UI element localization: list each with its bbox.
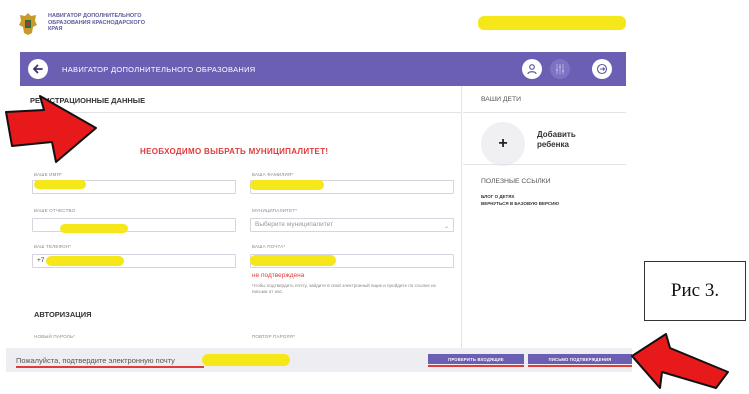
coat-of-arms-icon (19, 13, 37, 35)
new-password-label: НОВЫЙ ПАРОЛЬ* (34, 334, 76, 339)
last-name-label: ВАША ФАМИЛИЯ* (252, 172, 294, 177)
resend-confirmation-button[interactable]: ПИСЬМО ПОДТВЕРЖДЕНИЯ (528, 354, 632, 364)
children-title: ВАШИ ДЕТИ (481, 96, 522, 103)
redaction-highlight (34, 180, 86, 189)
redaction-highlight (250, 255, 336, 266)
redaction-highlight (46, 256, 124, 266)
back-button[interactable] (28, 59, 48, 79)
annotation-arrow (631, 333, 729, 389)
redaction-highlight (478, 16, 626, 30)
profile-button[interactable] (522, 59, 542, 79)
figure-caption: Рис 3. (644, 261, 746, 321)
add-child-label[interactable]: Добавить ребенка (537, 130, 617, 150)
divider (463, 112, 626, 113)
annotation-arrow (5, 95, 97, 163)
blog-link[interactable]: БЛОГ О ДЕТЯХ (481, 194, 514, 199)
redaction-highlight (202, 354, 290, 366)
add-child-button[interactable]: + (481, 122, 525, 166)
patronymic-label: ВАШЕ ОТЧЕСТВО (34, 208, 76, 213)
logout-icon (596, 63, 608, 75)
links-title: ПОЛЕЗНЫЕ ССЫЛКИ (481, 178, 551, 185)
redaction-highlight (60, 224, 128, 233)
phone-label: ВАШ ТЕЛЕФОН* (34, 244, 72, 249)
notification-message: Пожалуйста, подтвердите электронную почт… (16, 356, 175, 365)
chevron-down-icon: ⌄ (443, 224, 449, 230)
phone-value: +7 (37, 257, 45, 264)
email-status: не подтверждена (252, 272, 305, 279)
red-underline (428, 365, 524, 367)
sliders-icon (556, 64, 564, 74)
first-name-label: ВАШЕ ИМЯ* (34, 172, 63, 177)
check-inbox-button[interactable]: ПРОВЕРИТЬ ВХОДЯЩИЕ (428, 354, 524, 364)
auth-title: АВТОРИЗАЦИЯ (34, 310, 92, 319)
add-child-label-line: ребенка (537, 140, 569, 149)
basic-version-link[interactable]: ВЕРНУТЬСЯ В БАЗОВУЮ ВЕРСИЮ (481, 201, 559, 206)
app-window: НАВИГАТОР ДОПОЛНИТЕЛЬНОГО ОБРАЗОВАНИЯ КР… (6, 0, 632, 394)
org-name-line: КРАЯ (48, 26, 63, 32)
nav-bar: НАВИГАТОР ДОПОЛНИТЕЛЬНОГО ОБРАЗОВАНИЯ (20, 52, 626, 86)
redaction-highlight (250, 180, 324, 190)
logout-button[interactable] (592, 59, 612, 79)
divider (463, 164, 626, 165)
email-hint: Чтобы подтвердить почту, зайдите в свой … (252, 283, 436, 294)
repeat-password-label: ПОВТОР ПАРОЛЯ* (252, 334, 296, 339)
error-message: НЕОБХОДИМО ВЫБРАТЬ МУНИЦИПАЛИТЕТ! (140, 147, 329, 156)
side-panel: ВАШИ ДЕТИ + Добавить ребенка ПОЛЕЗНЫЕ СС… (463, 86, 626, 348)
add-child-label-line: Добавить (537, 130, 576, 139)
org-name: НАВИГАТОР ДОПОЛНИТЕЛЬНОГО ОБРАЗОВАНИЯ КР… (48, 13, 188, 33)
red-underline (528, 365, 632, 367)
top-header: НАВИГАТОР ДОПОЛНИТЕЛЬНОГО ОБРАЗОВАНИЯ КР… (6, 0, 626, 50)
municipality-label: МУНИЦИПАЛИТЕТ* (252, 208, 298, 213)
settings-button[interactable] (550, 59, 570, 79)
plus-icon: + (498, 135, 508, 152)
user-icon (527, 64, 537, 75)
municipality-placeholder: Выберите муниципалитет (255, 221, 334, 228)
red-underline (16, 366, 204, 368)
nav-title: НАВИГАТОР ДОПОЛНИТЕЛЬНОГО ОБРАЗОВАНИЯ (62, 65, 256, 74)
arrow-left-icon (32, 64, 43, 74)
municipality-select[interactable]: Выберите муниципалитет ⌄ (250, 218, 454, 232)
email-label: ВАША ПОЧТА* (252, 244, 286, 249)
notification-bar: Пожалуйста, подтвердите электронную почт… (6, 348, 632, 372)
